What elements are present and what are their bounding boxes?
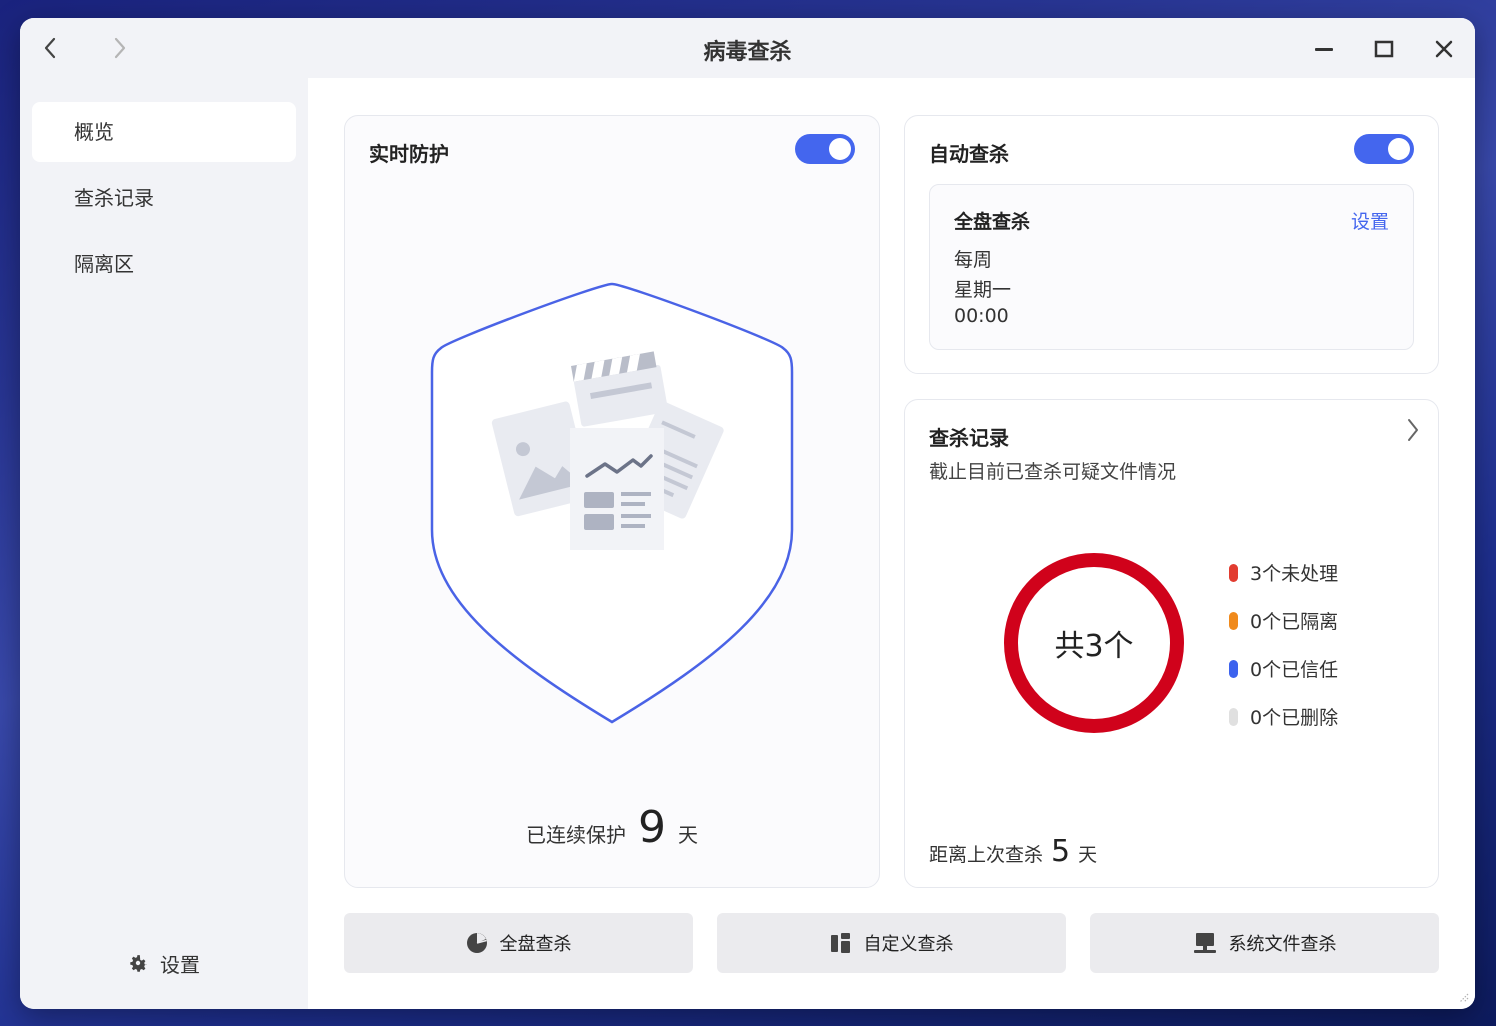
shield-illustration-icon: [430, 282, 794, 724]
realtime-protection-title: 实时防护: [369, 142, 449, 166]
schedule-time: 00:00: [954, 305, 1009, 327]
minimize-icon: [1315, 48, 1333, 51]
custom-scan-label: 自定义查杀: [863, 934, 954, 955]
system-scan-button[interactable]: 系统文件查杀: [1090, 913, 1439, 973]
scan-records-card[interactable]: 查杀记录 截止目前已查杀可疑文件情况 共3个 3个未处理 0个已隔离 0个已信任: [904, 399, 1439, 888]
last-scan-suffix: 天: [1078, 844, 1098, 866]
sidebar-item-quarantine[interactable]: 隔离区: [32, 234, 296, 294]
last-scan-info: 距离上次查杀 5 天: [929, 834, 1097, 869]
last-scan-days: 5: [1051, 834, 1071, 869]
schedule-box: 全盘查杀 设置 每周 星期一 00:00: [929, 184, 1414, 350]
schedule-title: 全盘查杀: [954, 211, 1031, 233]
maximize-icon: [1374, 40, 1394, 58]
legend-deleted: 0个已删除: [1229, 703, 1338, 730]
legend-trusted: 0个已信任: [1229, 655, 1338, 682]
minimize-button[interactable]: [1309, 34, 1339, 64]
sidebar-settings-button[interactable]: 设置: [126, 948, 200, 978]
app-window: 病毒查杀 概览 查杀记录 隔离区 设置 实时防护 已连续保护 9 天 自动查杀 …: [20, 18, 1475, 1009]
full-scan-label: 全盘查杀: [499, 934, 572, 955]
legend-unhandled: 3个未处理: [1229, 559, 1338, 586]
sidebar: 概览 查杀记录 隔离区 设置: [20, 78, 308, 1009]
chevron-right-icon[interactable]: [1406, 418, 1420, 442]
close-button[interactable]: [1429, 34, 1459, 64]
protection-days: 9: [638, 802, 666, 853]
layout-grid-icon: [830, 933, 850, 953]
auto-scan-card: 自动查杀 全盘查杀 设置 每周 星期一 00:00: [904, 115, 1439, 374]
legend-unhandled-label: 3个未处理: [1250, 563, 1339, 585]
pie-chart-icon: [466, 933, 487, 953]
title-bar: 病毒查杀: [20, 18, 1475, 78]
legend-trusted-marker: [1229, 659, 1238, 678]
sidebar-item-overview[interactable]: 概览: [32, 102, 296, 162]
auto-scan-toggle[interactable]: [1354, 134, 1414, 164]
protection-duration: 已连续保护 9 天: [345, 802, 879, 853]
system-scan-label: 系统文件查杀: [1228, 934, 1337, 955]
window-title: 病毒查杀: [703, 40, 792, 65]
legend-deleted-marker: [1229, 707, 1238, 726]
gear-icon: [130, 955, 147, 972]
legend-quarantined-label: 0个已隔离: [1250, 611, 1339, 633]
main-content: 实时防护 已连续保护 9 天 自动查杀 全盘查杀 设置 每周 星期一 00:00…: [308, 78, 1475, 1009]
full-scan-button[interactable]: 全盘查杀: [344, 913, 693, 973]
maximize-button[interactable]: [1369, 34, 1399, 64]
custom-scan-button[interactable]: 自定义查杀: [717, 913, 1066, 973]
legend-unhandled-marker: [1229, 563, 1238, 582]
legend-deleted-label: 0个已删除: [1250, 707, 1339, 729]
records-total: 共3个: [1054, 629, 1134, 664]
sidebar-settings-label: 设置: [160, 952, 200, 977]
schedule-frequency: 每周: [954, 249, 993, 271]
schedule-day: 星期一: [954, 279, 1012, 301]
scan-records-title: 查杀记录: [929, 426, 1009, 450]
protection-suffix: 天: [678, 823, 698, 847]
resize-grip-icon[interactable]: [1455, 989, 1469, 1003]
computer-network-icon: [1193, 933, 1216, 953]
sidebar-item-scan-records[interactable]: 查杀记录: [32, 168, 296, 228]
legend-trusted-label: 0个已信任: [1250, 659, 1339, 681]
realtime-protection-toggle[interactable]: [795, 134, 855, 164]
close-icon: [1435, 40, 1453, 58]
auto-scan-title: 自动查杀: [929, 142, 1009, 166]
protection-prefix: 已连续保护: [526, 823, 626, 847]
legend-quarantined-marker: [1229, 611, 1238, 630]
legend-quarantined: 0个已隔离: [1229, 607, 1338, 634]
scan-records-subtitle: 截止目前已查杀可疑文件情况: [929, 461, 1177, 483]
schedule-settings-link[interactable]: 设置: [1351, 207, 1389, 234]
last-scan-prefix: 距离上次查杀: [929, 844, 1044, 866]
realtime-protection-card: 实时防护 已连续保护 9 天: [344, 115, 880, 888]
